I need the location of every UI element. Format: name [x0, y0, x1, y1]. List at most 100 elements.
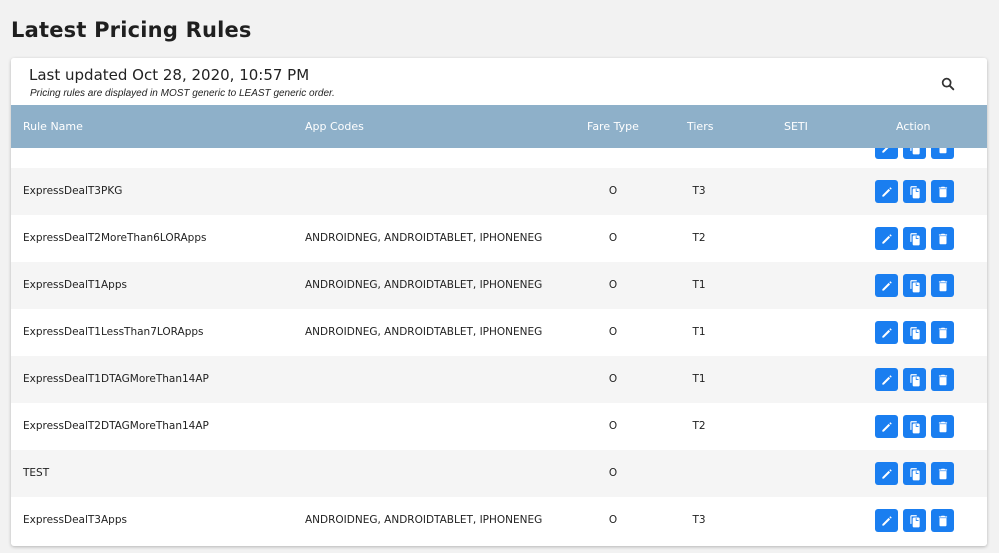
copy-button[interactable]: [903, 415, 926, 438]
copy-button[interactable]: [903, 462, 926, 485]
edit-icon: [881, 233, 892, 244]
table-row[interactable]: ExpressDealT3Apps ANDROIDNEG, ANDROIDTAB…: [11, 497, 987, 544]
edit-button[interactable]: [875, 368, 898, 391]
fare-type-cell: O: [608, 279, 618, 291]
edit-icon: [881, 374, 892, 385]
row-actions: [875, 227, 954, 250]
tier-cell: [687, 450, 711, 497]
ordering-note: Pricing rules are displayed in MOST gene…: [30, 88, 335, 99]
delete-button[interactable]: [931, 180, 954, 203]
delete-button[interactable]: [931, 509, 954, 532]
fare-type-cell: O: [608, 232, 618, 244]
column-header-rule-name[interactable]: Rule Name: [23, 105, 83, 148]
copy-button[interactable]: [903, 148, 926, 159]
delete-button[interactable]: [931, 274, 954, 297]
tier-cell: T1: [692, 326, 706, 338]
edit-button[interactable]: [875, 148, 898, 159]
page-title: Latest Pricing Rules: [11, 18, 252, 42]
edit-icon: [881, 280, 892, 291]
edit-icon: [881, 327, 892, 338]
row-actions: [875, 462, 954, 485]
tier-cell: T3: [692, 185, 706, 197]
column-header-action: Action: [896, 120, 931, 133]
copy-button[interactable]: [903, 509, 926, 532]
copy-icon: [909, 467, 920, 480]
delete-button[interactable]: [931, 462, 954, 485]
rule-name-cell: ExpressDealT3Apps: [23, 514, 127, 526]
rule-name-cell: TEST: [23, 467, 50, 479]
tier-cell: T2: [692, 420, 706, 432]
delete-icon: [938, 280, 947, 291]
copy-icon: [909, 420, 920, 433]
edit-button[interactable]: [875, 462, 898, 485]
copy-icon: [909, 232, 920, 245]
app-codes-cell: ANDROIDNEG, ANDROIDTABLET, IPHONENEG: [305, 326, 543, 338]
edit-button[interactable]: [875, 274, 898, 297]
search-button[interactable]: [935, 71, 961, 97]
copy-button[interactable]: [903, 274, 926, 297]
delete-button[interactable]: [931, 148, 954, 159]
table-row[interactable]: ExpressDealT1DTAGMoreThan14AP O T1: [11, 356, 987, 403]
app-codes-cell: ANDROIDNEG, ANDROIDTABLET, IPHONENEG: [305, 279, 543, 291]
delete-icon: [938, 233, 947, 244]
search-icon: [941, 77, 955, 91]
delete-button[interactable]: [931, 227, 954, 250]
table-row[interactable]: ExpressDealT1LessThan7LORApps ANDROIDNEG…: [11, 309, 987, 356]
copy-button[interactable]: [903, 227, 926, 250]
row-actions: [875, 509, 954, 532]
copy-icon: [909, 185, 920, 198]
table-row[interactable]: ExpressDealT2MoreThan6LORApps ANDROIDNEG…: [11, 215, 987, 262]
last-updated-text: Last updated Oct 28, 2020, 10:57 PM: [29, 66, 310, 84]
copy-icon: [909, 148, 920, 154]
row-actions: [875, 180, 954, 203]
fare-type-cell: O: [608, 185, 618, 197]
edit-button[interactable]: [875, 509, 898, 532]
edit-icon: [881, 515, 892, 526]
copy-icon: [909, 373, 920, 386]
delete-button[interactable]: [931, 321, 954, 344]
delete-button[interactable]: [931, 368, 954, 391]
edit-button[interactable]: [875, 180, 898, 203]
copy-icon: [909, 279, 920, 292]
table-row[interactable]: ExpressDealT3PKG O T3: [11, 168, 987, 215]
edit-icon: [881, 148, 888, 153]
delete-icon: [938, 374, 947, 385]
edit-button[interactable]: [875, 415, 898, 438]
tier-cell: T3: [692, 514, 706, 526]
rule-name-cell: ExpressDealT2MoreThan6LORApps: [23, 232, 207, 244]
copy-button[interactable]: [903, 368, 926, 391]
fare-type-cell: O: [608, 420, 618, 432]
rule-name-cell: ExpressDealT1Apps: [23, 279, 127, 291]
rule-name-cell: ExpressDealT3PKG: [23, 185, 123, 197]
app-codes-cell: ANDROIDNEG, ANDROIDTABLET, IPHONENEG: [305, 514, 543, 526]
rule-name-cell: ExpressDealT2DTAGMoreThan14AP: [23, 420, 209, 432]
tier-cell: T1: [692, 373, 706, 385]
copy-button[interactable]: [903, 180, 926, 203]
edit-icon: [881, 186, 892, 197]
edit-button[interactable]: [875, 321, 898, 344]
column-header-tiers[interactable]: Tiers: [687, 105, 713, 148]
delete-button[interactable]: [931, 415, 954, 438]
copy-button[interactable]: [903, 321, 926, 344]
edit-icon: [881, 421, 892, 432]
edit-button[interactable]: [875, 227, 898, 250]
delete-icon: [938, 515, 947, 526]
row-actions: [875, 415, 954, 438]
table-header: Rule Name App Codes Fare Type Tiers SETI…: [11, 105, 987, 148]
column-header-fare-type[interactable]: Fare Type: [587, 105, 639, 148]
fare-type-cell: O: [608, 467, 618, 479]
table-row[interactable]: ExpressDealT1Apps ANDROIDNEG, ANDROIDTAB…: [11, 262, 987, 309]
column-header-seti[interactable]: SETI: [784, 105, 808, 148]
row-actions: [875, 274, 954, 297]
card-header: Last updated Oct 28, 2020, 10:57 PM Pric…: [11, 58, 987, 105]
delete-icon: [938, 468, 947, 479]
table-row[interactable]: ExpressDealT2DTAGMoreThan14AP O T2: [11, 403, 987, 450]
table-row-partial: [11, 148, 987, 168]
table-body: ExpressDealT3PKG O T3 ExpressDealT2MoreT…: [11, 148, 987, 546]
tier-cell: T1: [692, 279, 706, 291]
fare-type-cell: O: [608, 373, 618, 385]
column-header-app-codes[interactable]: App Codes: [305, 105, 364, 148]
rule-name-cell: ExpressDealT1DTAGMoreThan14AP: [23, 373, 209, 385]
table-row[interactable]: TEST O: [11, 450, 987, 497]
row-actions: [875, 148, 954, 159]
